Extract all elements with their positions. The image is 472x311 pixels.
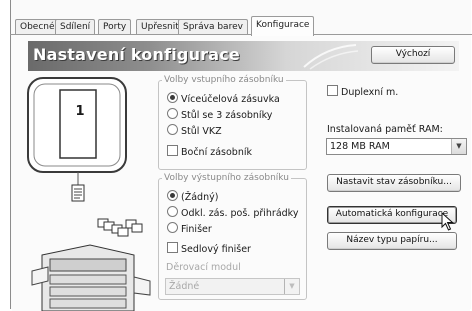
mouse-cursor-icon — [441, 212, 454, 231]
radio-button[interactable] — [167, 206, 178, 217]
radio-label: Finišer — [181, 224, 212, 235]
radio-output-none[interactable]: (Žádný) — [167, 190, 218, 204]
memory-label: Instalovaná paměť RAM: — [327, 124, 443, 135]
checkbox-label: Boční zásobník — [181, 147, 252, 158]
tab-sharing[interactable]: Sdílení — [55, 19, 96, 35]
chevron-down-icon: ▼ — [451, 139, 466, 154]
radio-label: Stůl se 3 zásobníky — [181, 110, 273, 121]
checkbox-label: Duplexní m. — [341, 87, 399, 98]
radio-offset-mailbox[interactable]: Odkl. zás. poš. přihrádky — [167, 206, 298, 220]
radio-label: Stůl VKZ — [181, 126, 222, 137]
radio-label: Odkl. zás. poš. přihrádky — [181, 208, 299, 219]
checkbox-duplex[interactable]: Duplexní m. — [327, 85, 398, 99]
select-value: Žádné — [169, 281, 200, 292]
output-tray-legend: Volby výstupního zásobníku — [162, 173, 291, 183]
checkbox-saddle-finisher[interactable]: Sedlový finišer — [167, 242, 251, 256]
select-value: 128 MB RAM — [330, 141, 390, 152]
radio-button-selected[interactable] — [167, 190, 178, 201]
chevron-down-icon: ▼ — [284, 279, 299, 294]
tab-configuration[interactable]: Konfigurace — [251, 16, 315, 36]
paper-type-name-button[interactable]: Název typu papíru... — [327, 232, 457, 250]
radio-hcf-stand[interactable]: Stůl VKZ — [167, 124, 222, 138]
banner-swoosh-graphic — [303, 44, 359, 70]
set-tray-status-button[interactable]: Nastavit stav zásobníku... — [327, 174, 461, 192]
auto-config-button[interactable]: Automatická konfigurace — [327, 206, 457, 224]
checkbox-box[interactable] — [167, 242, 178, 253]
radio-button[interactable] — [167, 108, 178, 119]
radio-multipurpose-tray[interactable]: Víceúčelová zásuvka — [167, 92, 280, 106]
page-title: Nastavení konfigurace — [33, 45, 240, 64]
tab-general[interactable]: Obecné — [15, 19, 60, 35]
default-button[interactable]: Výchozí — [371, 46, 455, 64]
checkbox-box[interactable] — [167, 145, 178, 156]
tab-advanced[interactable]: Upřesnit — [136, 19, 184, 35]
tray-number: 1 — [75, 104, 85, 119]
memory-select[interactable]: 128 MB RAM ▼ — [326, 138, 467, 155]
checkbox-label: Sedlový finišer — [181, 244, 251, 255]
radio-3-tray-stand[interactable]: Stůl se 3 zásobníky — [167, 108, 272, 122]
punch-module-label: Děrovací modul — [166, 262, 241, 273]
checkbox-side-tray[interactable]: Boční zásobník — [167, 145, 252, 159]
radio-label: (Žádný) — [181, 192, 219, 203]
punch-module-select[interactable]: Žádné ▼ — [165, 278, 300, 295]
document-icon — [71, 184, 85, 202]
tab-color-management[interactable]: Správa barev — [178, 19, 248, 35]
radio-label: Víceúčelová zásuvka — [181, 94, 280, 105]
input-tray-legend: Volby vstupního zásobníku — [162, 75, 286, 85]
radio-finisher[interactable]: Finišer — [167, 222, 212, 236]
radio-button-selected[interactable] — [167, 92, 178, 103]
radio-button[interactable] — [167, 222, 178, 233]
checkbox-box[interactable] — [327, 85, 338, 96]
tab-ports[interactable]: Porty — [98, 19, 132, 35]
printer-icon — [31, 218, 151, 311]
radio-button[interactable] — [167, 124, 178, 135]
